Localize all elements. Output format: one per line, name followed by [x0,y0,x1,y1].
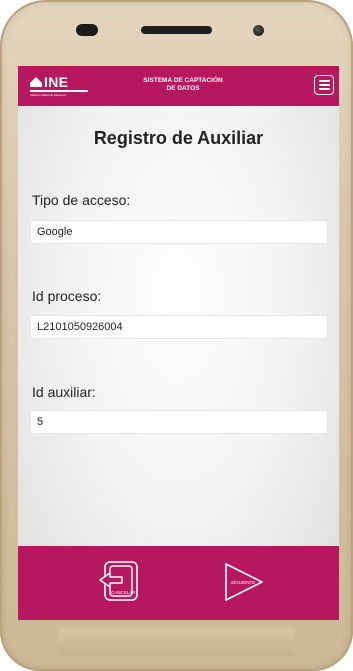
id-proceso-field[interactable]: L2101050926004 [30,315,328,339]
tipo-acceso-label: Tipo de acceso: [32,192,131,208]
app-title-line1: SISTEMA DE CAPTACIÓN [143,77,223,84]
front-sensor [76,24,98,36]
exit-door-icon [99,561,138,601]
page-title: Registro de Auxiliar [93,128,264,148]
logo-underline [30,90,88,92]
phone-frame: INE Instituto Nacional Electoral SISTEMA… [0,0,353,671]
ine-logo: INE Instituto Nacional Electoral [30,75,88,97]
app-title: SISTEMA DE CAPTACIÓN DE DATOS [128,77,238,93]
next-label: SIGUIENTE [231,580,256,585]
phone-home-key [58,628,295,656]
id-proceso-label: Id proceso: [32,288,102,304]
cancel-label: CANCELAR [111,590,136,595]
front-camera [253,25,264,36]
app-title-line2: DE DATOS [166,85,200,92]
app-screen: INE Instituto Nacional Electoral SISTEMA… [18,66,339,620]
bottom-action-bar: CANCELAR SIGUIENTE [18,546,339,620]
logo-subtext: Instituto Nacional Electoral [30,93,66,97]
hamburger-menu-icon[interactable] [314,75,334,95]
next-button[interactable]: SIGUIENTE [222,560,266,604]
earpiece-speaker [141,26,212,34]
id-auxiliar-field[interactable]: 5 [30,410,328,434]
id-auxiliar-label: Id auxiliar: [32,384,96,400]
ine-logo-icon [30,77,42,87]
logo-text: INE [44,74,69,90]
cancel-button[interactable]: CANCELAR [98,560,140,604]
app-header: INE Instituto Nacional Electoral SISTEMA… [18,66,339,106]
tipo-acceso-field[interactable]: Google [30,220,328,244]
